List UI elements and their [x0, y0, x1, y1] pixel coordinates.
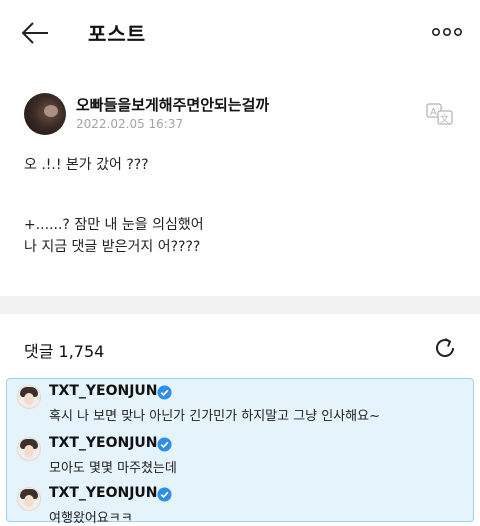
comment-item[interactable]: TXT_YEONJUN 여행왔어요ㅋㅋ [7, 485, 473, 526]
author-name[interactable]: 오빠들을보게해주면안되는걸까 [76, 94, 269, 115]
commenter-name[interactable]: TXT_YEONJUN [49, 435, 158, 451]
commenter-avatar[interactable] [17, 385, 41, 409]
comment-text: 혹시 나 보면 맞나 아닌가 긴가민가 하지말고 그냥 인사해요~ [49, 409, 380, 424]
verified-badge-icon [157, 437, 172, 452]
post-body: 오 .!.! 본가 갔어 ??? +......? 잠만 내 눈을 의심했어 나… [24, 154, 454, 258]
commenter-avatar[interactable] [17, 437, 41, 461]
section-divider [0, 296, 480, 314]
comment-text: 여행왔어요ㅋㅋ [49, 511, 133, 526]
translate-icon[interactable]: A 文 [426, 102, 454, 126]
post-card: 오빠들을보게해주면안되는걸까 2022.02.05 16:37 A 文 오 .!… [0, 66, 480, 296]
back-arrow-icon[interactable] [20, 18, 50, 48]
comment-item[interactable]: TXT_YEONJUN 혹시 나 보면 맞나 아닌가 긴가민가 하지말고 그냥 … [7, 383, 473, 431]
comments-count: 댓글 1,754 [24, 342, 105, 361]
post-text-line: 나 지금 댓글 받은거지 어???? [24, 239, 201, 255]
commenter-name[interactable]: TXT_YEONJUN [49, 383, 158, 399]
post-timestamp: 2022.02.05 16:37 [76, 117, 184, 131]
highlighted-comments: TXT_YEONJUN 혹시 나 보면 맞나 아닌가 긴가민가 하지말고 그냥 … [6, 378, 474, 526]
refresh-icon[interactable] [432, 335, 458, 361]
commenter-avatar[interactable] [17, 487, 41, 511]
comment-text: 모아도 몇몇 마주쳤는데 [49, 461, 177, 476]
page-title: 포스트 [88, 22, 147, 46]
author-avatar[interactable] [24, 93, 66, 135]
comments-header: 댓글 1,754 [0, 314, 480, 378]
verified-badge-icon [157, 385, 172, 400]
more-options-icon[interactable] [432, 25, 462, 39]
post-text-line: +......? 잠만 내 눈을 의심했어 [24, 217, 204, 233]
svg-text:A: A [430, 107, 437, 118]
post-text-line: 오 .!.! 본가 갔어 ??? [24, 157, 149, 173]
comment-item[interactable]: TXT_YEONJUN 모아도 몇몇 마주쳤는데 [7, 435, 473, 483]
svg-text:文: 文 [440, 113, 449, 125]
top-bar: 포스트 [0, 0, 480, 66]
commenter-name[interactable]: TXT_YEONJUN [49, 485, 158, 501]
verified-badge-icon [157, 487, 172, 502]
